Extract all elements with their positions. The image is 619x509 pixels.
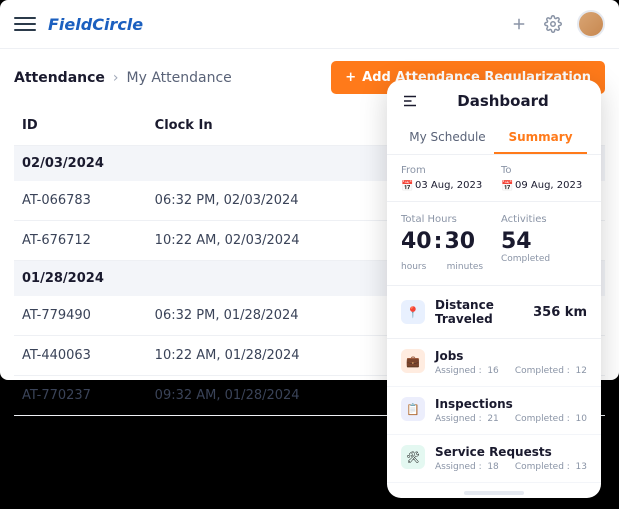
add-icon[interactable] xyxy=(509,14,529,34)
activities-label: Activities xyxy=(501,214,587,225)
total-hours-stat: Total Hours 40:30 hours minutes xyxy=(401,214,487,273)
tab-summary[interactable]: Summary xyxy=(494,122,587,154)
to-value: 09 Aug, 2023 xyxy=(515,180,582,191)
col-clock-in[interactable]: Clock In xyxy=(147,106,398,146)
date-range-row: From 📅 03 Aug, 2023 To 📅 09 Aug, 2023 xyxy=(387,155,601,202)
date-from[interactable]: From 📅 03 Aug, 2023 xyxy=(401,165,487,191)
calendar-icon: 📅 xyxy=(501,181,511,191)
summary-item[interactable]: 🛠 Service Requests Assigned : 18 Completed … xyxy=(387,435,601,483)
item-title: Service Requests xyxy=(435,445,587,459)
plus-icon: + xyxy=(345,70,356,85)
item-title: Inspections xyxy=(435,397,587,411)
activities-stat: Activities 54 Completed xyxy=(501,214,587,273)
summary-item[interactable]: 📋 Inspections Assigned : 21 Completed : 10 xyxy=(387,387,601,435)
cell-clock-in: 06:32 PM, 01/28/2024 xyxy=(147,296,398,336)
from-label: From xyxy=(401,165,487,176)
mobile-dashboard: Dashboard My Schedule Summary From 📅 03 A… xyxy=(387,80,601,498)
from-value: 03 Aug, 2023 xyxy=(415,180,482,191)
item-icon: 💼 xyxy=(401,349,425,373)
stats-row: Total Hours 40:30 hours minutes Activiti… xyxy=(387,202,601,286)
breadcrumb-parent[interactable]: Attendance xyxy=(14,70,105,86)
gear-icon[interactable] xyxy=(543,14,563,34)
hours-min: 30 xyxy=(444,229,475,254)
cell-id: AT-440063 xyxy=(14,336,147,376)
distance-value: 356 km xyxy=(533,305,587,320)
summary-item[interactable]: 💼 Jobs Assigned : 16 Completed : 12 xyxy=(387,339,601,387)
cell-clock-in: 09:32 AM, 01/28/2024 xyxy=(147,376,398,416)
cell-clock-in: 06:32 PM, 02/03/2024 xyxy=(147,181,398,221)
distance-label: Distance Traveled xyxy=(435,298,523,326)
activities-unit: Completed xyxy=(501,254,587,264)
brand-logo: FieldCircle xyxy=(48,15,143,34)
distance-row[interactable]: 📍 Distance Traveled 356 km xyxy=(387,286,601,339)
item-title: Jobs xyxy=(435,349,587,363)
to-label: To xyxy=(501,165,587,176)
cell-id: AT-066783 xyxy=(14,181,147,221)
assigned-meta: Assigned : 16 xyxy=(435,366,499,376)
completed-meta: Completed : 12 xyxy=(515,366,587,376)
back-icon[interactable] xyxy=(401,92,419,110)
location-pin-icon: 📍 xyxy=(401,300,425,324)
assigned-meta: Assigned : 18 xyxy=(435,462,499,472)
date-to[interactable]: To 📅 09 Aug, 2023 xyxy=(501,165,587,191)
mobile-title: Dashboard xyxy=(419,92,587,110)
hours-main: 40 xyxy=(401,229,432,254)
breadcrumb-current: My Attendance xyxy=(127,70,232,86)
col-id[interactable]: ID xyxy=(14,106,147,146)
completed-meta: Completed : 13 xyxy=(515,462,587,472)
item-icon: 📋 xyxy=(401,397,425,421)
user-avatar[interactable] xyxy=(577,10,605,38)
cell-id: AT-770237 xyxy=(14,376,147,416)
calendar-icon: 📅 xyxy=(401,181,411,191)
mobile-header: Dashboard xyxy=(387,80,601,122)
completed-meta: Completed : 10 xyxy=(515,414,587,424)
app-header: FieldCircle xyxy=(0,0,619,49)
drag-handle[interactable] xyxy=(464,491,524,495)
activities-value: 54 xyxy=(501,229,532,254)
assigned-meta: Assigned : 21 xyxy=(435,414,499,424)
cell-id: AT-676712 xyxy=(14,221,147,261)
hamburger-menu-icon[interactable] xyxy=(14,13,36,35)
hours-label: Total Hours xyxy=(401,214,487,225)
mobile-tabs: My Schedule Summary xyxy=(387,122,601,155)
item-icon: 🛠 xyxy=(401,445,425,469)
chevron-right-icon: › xyxy=(113,70,119,86)
cell-id: AT-779490 xyxy=(14,296,147,336)
cell-clock-in: 10:22 AM, 01/28/2024 xyxy=(147,336,398,376)
tab-schedule[interactable]: My Schedule xyxy=(401,122,494,154)
cell-clock-in: 10:22 AM, 02/03/2024 xyxy=(147,221,398,261)
breadcrumb: Attendance › My Attendance xyxy=(14,70,232,86)
